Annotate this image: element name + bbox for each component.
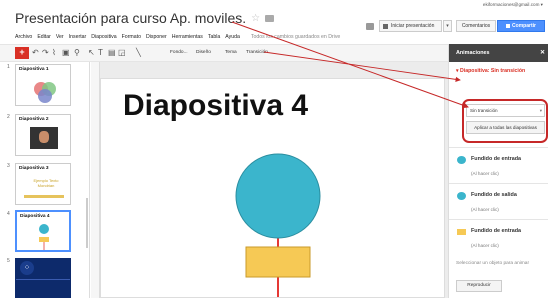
venn-diagram	[34, 82, 56, 103]
start-presentation-button[interactable]: Iniciar presentación	[379, 20, 442, 32]
present-icon	[383, 23, 388, 29]
star-icon[interactable]: ☆	[251, 13, 260, 24]
menu-archivo[interactable]: Archivo	[15, 34, 32, 40]
slide-thumbnail-4[interactable]: Diapositiva 4	[15, 210, 71, 252]
share-label: Compartir	[512, 23, 536, 29]
fit-icon[interactable]: ▣	[62, 48, 70, 58]
animation-trigger: (Al hacer clic)	[471, 171, 499, 176]
textbox-icon[interactable]: T	[98, 48, 103, 58]
menu-herramientas[interactable]: Herramientas	[172, 34, 203, 40]
saved-status: Todos los cambios guardados en Drive	[250, 33, 341, 40]
panel-header: Animaciones ✕	[449, 44, 548, 62]
presentation-title[interactable]: Presentación para curso Ap. moviles. ☆	[15, 10, 275, 26]
slide-shapes	[235, 153, 321, 297]
menu-diapositiva[interactable]: Diapositiva	[91, 34, 116, 40]
thumb-shapes	[39, 224, 49, 250]
menu-bar: Archivo Editar Ver Insertar Diapositiva …	[15, 32, 340, 41]
zoom-icon[interactable]: ⚲	[74, 48, 80, 58]
slide-transition-header[interactable]: Diapositiva: Sin transición	[456, 68, 525, 74]
slide-thumbnail-5[interactable]: ⁘	[15, 258, 71, 298]
slide-number: 1	[7, 64, 10, 70]
folder-icon[interactable]	[265, 14, 275, 22]
rectangle-shape	[245, 246, 311, 278]
circle-shape-icon	[457, 192, 466, 200]
close-icon[interactable]: ✕	[540, 44, 545, 62]
highlight-box	[462, 99, 548, 143]
start-presentation-label: Iniciar presentación	[391, 23, 435, 29]
apps-icon: ⁘	[20, 261, 34, 275]
slide-thumbnail-3[interactable]: Diapositiva 3 Ejemplo Texto Mondrian	[15, 163, 71, 205]
panel-title: Animaciones	[456, 50, 490, 56]
circle-shape	[235, 153, 321, 239]
comment-icon[interactable]	[366, 23, 374, 30]
select-object-hint: Seleccionar un objeto para animar	[456, 261, 530, 266]
slide-thumbnail-2[interactable]: Diapositiva 2	[15, 114, 71, 156]
select-icon[interactable]: ↖	[88, 48, 95, 58]
menu-formato[interactable]: Formato	[122, 34, 141, 40]
thumb-text: Ejemplo Texto Mondrian	[33, 178, 59, 188]
circle-shape-icon	[457, 156, 466, 164]
line-icon[interactable]: ╲	[136, 48, 141, 58]
lock-icon	[506, 23, 511, 28]
play-button[interactable]: Reproducir	[456, 280, 502, 292]
slide-thumbnail-1[interactable]: Diapositiva 1	[15, 64, 71, 106]
menu-disponer[interactable]: Disponer	[146, 34, 167, 40]
menu-ver[interactable]: Ver	[56, 34, 64, 40]
menu-tabla[interactable]: Tabla	[208, 34, 220, 40]
slide-number: 4	[7, 211, 10, 217]
redo-icon[interactable]: ↷	[42, 48, 49, 58]
shape-icon[interactable]: ◲	[118, 48, 126, 58]
rectangle-shape-icon	[457, 229, 466, 235]
slide-number: 2	[7, 114, 10, 120]
slide-filmstrip: 1 Diapositiva 1 2 Diapositiva 2 3 Diapos…	[0, 62, 90, 298]
present-options-dropdown[interactable]: ▾	[443, 20, 452, 32]
animation-item[interactable]: Fundido de salida (Al hacer clic)	[449, 183, 548, 219]
transition-button[interactable]: Transición	[246, 50, 268, 55]
photo-image	[30, 127, 58, 149]
animation-name: Fundido de entrada	[471, 156, 522, 162]
layout-button[interactable]: Diseño	[196, 50, 211, 55]
animation-item[interactable]: Fundido de entrada (Al hacer clic)	[449, 219, 548, 255]
slide-number: 5	[7, 258, 10, 264]
menu-editar[interactable]: Editar	[37, 34, 51, 40]
theme-button[interactable]: Tema	[225, 50, 237, 55]
animation-trigger: (Al hacer clic)	[471, 207, 499, 212]
undo-icon[interactable]: ↶	[32, 48, 39, 58]
image-icon[interactable]: ▤	[108, 48, 116, 58]
vertical-ruler	[91, 62, 100, 298]
thumb-bar	[24, 195, 64, 198]
filmstrip-scrollbar[interactable]	[86, 198, 88, 248]
add-slide-button[interactable]: +	[15, 47, 29, 59]
slide-number: 3	[7, 163, 10, 169]
title-text[interactable]: Presentación para curso Ap. moviles.	[15, 10, 246, 26]
animation-item[interactable]: Fundido de entrada (Al hacer clic)	[449, 147, 548, 183]
share-button[interactable]: Compartir	[497, 20, 545, 32]
toolbar: + ↶ ↷ ⌇ ▣ ⚲ ↖ T ▤ ◲ ╲ Fondo... Diseño Te…	[0, 44, 448, 62]
menu-ayuda[interactable]: Ayuda	[225, 34, 240, 40]
animation-trigger: (Al hacer clic)	[471, 243, 499, 248]
thumb-title: Diapositiva 3	[19, 166, 49, 171]
comments-button[interactable]: Comentarios	[456, 20, 496, 32]
animation-name: Fundido de entrada	[471, 228, 522, 234]
background-button[interactable]: Fondo...	[170, 50, 188, 55]
slide-canvas[interactable]: Diapositiva 4	[100, 78, 445, 298]
thumb-title: Diapositiva 2	[19, 117, 49, 122]
menu-insertar[interactable]: Insertar	[69, 34, 87, 40]
paint-format-icon[interactable]: ⌇	[52, 48, 56, 58]
account-email[interactable]: ekiformaciones@gmail.com	[483, 2, 543, 8]
animation-name: Fundido de salida	[471, 192, 517, 198]
